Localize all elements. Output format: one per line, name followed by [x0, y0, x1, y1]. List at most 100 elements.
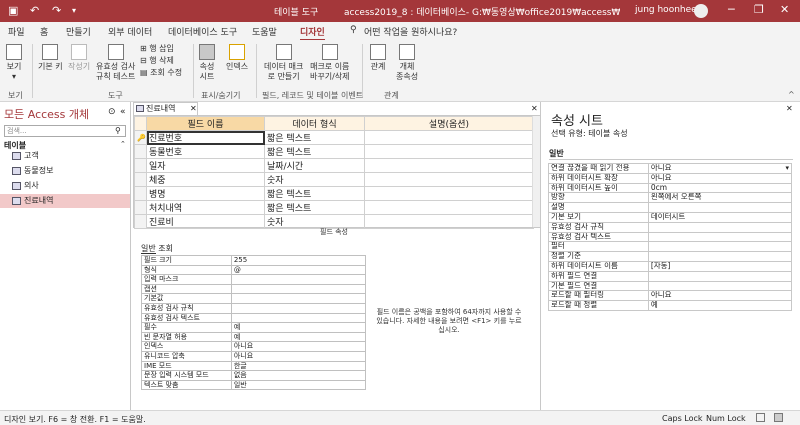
row-selector[interactable] — [134, 172, 147, 187]
sheet-row[interactable]: 하위 데이터시트 높이 0cm — [548, 182, 793, 194]
field-name-cell[interactable]: 체중 — [146, 172, 265, 187]
property-row[interactable]: 유효성 검사 규칙 — [141, 302, 367, 314]
user-name[interactable]: jung hoonhee — [635, 5, 697, 15]
property-value[interactable]: @ — [230, 264, 367, 276]
search-icon[interactable]: ⚲ — [115, 126, 121, 135]
sheet-property-value[interactable] — [647, 241, 793, 253]
close-icon[interactable]: ✕ — [780, 3, 789, 16]
data-type-cell[interactable]: 짧은 텍스트 — [264, 130, 365, 145]
shutter-bar-icon[interactable]: « — [120, 107, 126, 117]
sheet-row[interactable]: 필터 — [548, 241, 793, 253]
property-value[interactable] — [230, 283, 367, 295]
property-value[interactable]: 예 — [230, 331, 367, 343]
sheet-property-value[interactable] — [647, 231, 793, 243]
builder-button[interactable]: 작성기 — [68, 44, 90, 72]
property-value[interactable]: 일반 — [230, 379, 367, 391]
tell-me-box[interactable]: 어떤 작업을 원하시나요? — [364, 25, 457, 38]
property-row[interactable]: 빈 문자열 허용 예 — [141, 331, 367, 343]
row-selector[interactable] — [134, 186, 147, 201]
property-row[interactable]: 유니코드 압축 아니요 — [141, 350, 367, 362]
sheet-row[interactable]: 하위 필드 연결 — [548, 270, 793, 282]
tab-general[interactable]: 일반 — [141, 244, 156, 254]
nav-item-animal-info[interactable]: 동물정보 — [0, 164, 130, 178]
collapse-section-icon[interactable]: ⌃ — [120, 140, 126, 148]
sheet-row[interactable]: 유효성 검사 텍스트 — [548, 231, 793, 243]
sheet-row[interactable]: 로드할 때 필터링 아니요 — [548, 290, 793, 302]
property-value[interactable]: 한글 — [230, 360, 367, 372]
field-name-cell[interactable]: 일자 — [146, 158, 265, 173]
field-row[interactable]: 동물번호 짧은 텍스트 — [134, 144, 534, 159]
sheet-row[interactable]: 하위 데이터시트 확장 아니요 — [548, 172, 793, 184]
grid-scrollbar[interactable] — [532, 116, 540, 227]
field-row[interactable]: 체중 숫자 — [134, 172, 534, 187]
sheet-row[interactable]: 정렬 기준 — [548, 251, 793, 262]
description-cell[interactable] — [364, 144, 534, 159]
sheet-property-value[interactable]: 예 — [647, 300, 793, 311]
property-value[interactable]: 아니요 — [230, 341, 367, 352]
nav-title[interactable]: 모든 Access 개체 — [4, 106, 89, 122]
sheet-property-value[interactable]: 0cm — [647, 182, 793, 194]
undo-icon[interactable]: ↶ — [30, 4, 39, 17]
tab-file[interactable]: 파일 — [8, 25, 25, 38]
field-row[interactable]: 병명 짧은 텍스트 — [134, 186, 534, 201]
property-row[interactable]: 캡션 — [141, 283, 367, 295]
field-row[interactable]: 🔑 진료번호 짧은 텍스트 — [134, 130, 534, 145]
sheet-property-value[interactable] — [647, 251, 793, 262]
tell-me-icon[interactable]: ⚲ — [350, 25, 357, 35]
tab-database-tools[interactable]: 데이터베이스 도구 — [168, 25, 237, 38]
restore-icon[interactable]: ❐ — [754, 3, 764, 16]
modify-lookups-button[interactable]: ▤ 조회 수정 — [140, 68, 182, 78]
sheet-row[interactable]: 방향 왼쪽에서 오른쪽 — [548, 192, 793, 204]
primary-key-button[interactable]: 기본 키 — [38, 44, 63, 72]
tab-lookup[interactable]: 조회 — [158, 244, 173, 253]
sheet-row[interactable]: 설명 — [548, 202, 793, 213]
minimize-icon[interactable]: ─ — [728, 3, 735, 16]
property-value[interactable] — [230, 312, 367, 324]
tab-design[interactable]: 디자인 — [300, 25, 325, 41]
sheet-property-value[interactable]: [자동] — [647, 260, 793, 272]
datasheet-view-icon[interactable] — [756, 413, 765, 422]
data-type-cell[interactable]: 짧은 텍스트 — [264, 200, 365, 215]
property-value[interactable]: 아니요 — [230, 350, 367, 362]
document-tab[interactable]: 진료내역 ✕ — [133, 102, 198, 115]
property-row[interactable]: 필드 크기 255 — [141, 255, 367, 266]
property-row[interactable]: 유효성 검사 텍스트 — [141, 312, 367, 324]
collapse-ribbon-icon[interactable]: ^ — [788, 90, 795, 99]
description-cell[interactable] — [364, 130, 534, 145]
description-cell[interactable] — [364, 172, 534, 187]
relationships-button[interactable]: 관계 — [370, 44, 386, 72]
sheet-row[interactable]: 로드할 때 정렬 예 — [548, 300, 793, 311]
header-description[interactable]: 설명(옵션) — [364, 116, 534, 131]
save-icon[interactable]: ▣ — [8, 4, 18, 17]
property-row[interactable]: 텍스트 맞춤 일반 — [141, 379, 367, 391]
row-selector[interactable] — [134, 214, 147, 229]
description-cell[interactable] — [364, 158, 534, 173]
avatar[interactable] — [694, 4, 708, 18]
close-document-icon[interactable]: ✕ — [531, 104, 538, 113]
sheet-property-value[interactable] — [647, 270, 793, 282]
sheet-property-value[interactable]: 아니요 ▾ — [647, 163, 793, 174]
sheet-property-value[interactable]: 아니요 — [647, 290, 793, 302]
sheet-property-value[interactable]: 데이터시트 — [647, 211, 793, 223]
dropdown-arrow-icon[interactable]: ▾ — [785, 164, 789, 172]
nav-menu-icon[interactable]: ⊙ — [108, 107, 116, 117]
property-value[interactable]: 예 — [230, 322, 367, 333]
object-dependencies-button[interactable]: 개체 종속성 — [396, 44, 418, 82]
property-sheet-button[interactable]: 속성 시트 — [199, 44, 215, 82]
description-cell[interactable] — [364, 214, 534, 229]
test-validation-button[interactable]: 유효성 검사 규칙 테스트 — [96, 44, 135, 82]
redo-icon[interactable]: ↷ — [52, 4, 61, 17]
tab-home[interactable]: 홈 — [40, 25, 48, 38]
close-sheet-icon[interactable]: ✕ — [786, 104, 793, 113]
view-button[interactable]: 보기 ▾ — [6, 44, 22, 82]
nav-search-input[interactable]: 검색... — [4, 125, 126, 137]
property-row[interactable]: 문장 입력 시스템 모드 없음 — [141, 370, 367, 381]
row-selector[interactable] — [134, 144, 147, 159]
tab-external-data[interactable]: 외부 데이터 — [108, 25, 152, 38]
sheet-property-value[interactable]: 왼쪽에서 오른쪽 — [647, 192, 793, 204]
property-row[interactable]: 필수 예 — [141, 322, 367, 333]
close-tab-icon[interactable]: ✕ — [190, 103, 197, 114]
insert-row-button[interactable]: ⊞ 행 삽입 — [140, 44, 174, 54]
sheet-row[interactable]: 연결 끊겼을 때 읽기 전용 아니요 ▾ — [548, 163, 793, 174]
sheet-property-value[interactable]: 아니요 — [647, 172, 793, 184]
